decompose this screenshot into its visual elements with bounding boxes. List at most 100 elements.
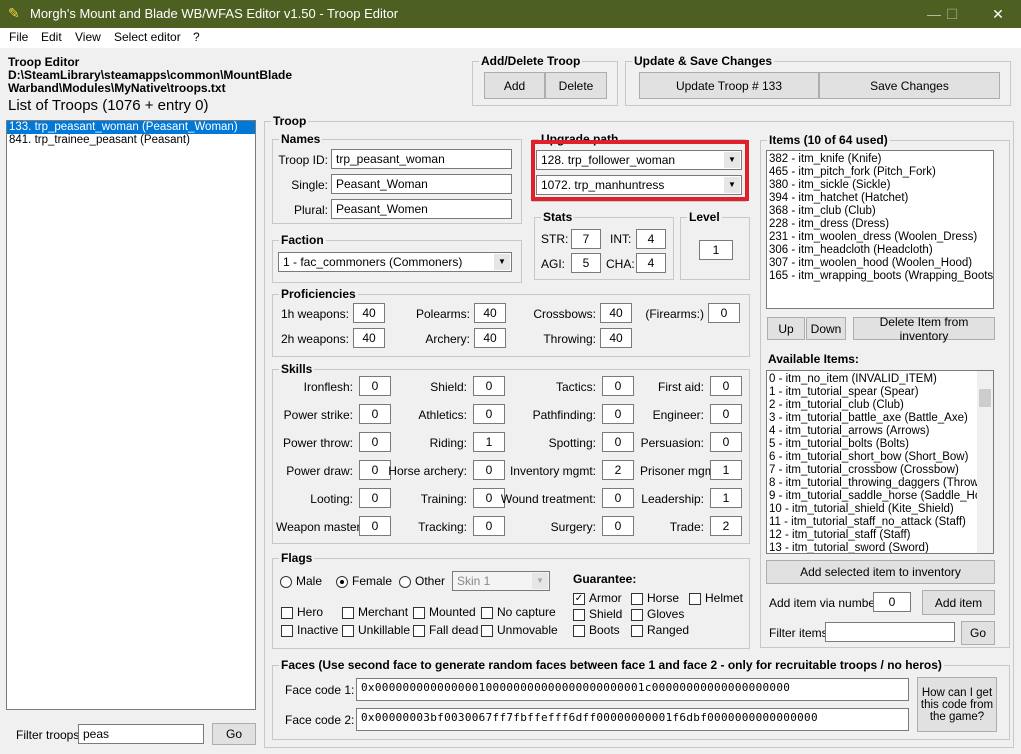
inventory-item[interactable]: 394 - itm_hatchet (Hatchet) [767,192,993,205]
other-radio[interactable]: Other [399,574,445,588]
troop-id-input[interactable]: trp_peasant_woman [331,149,512,169]
available-item[interactable]: 1 - itm_tutorial_spear (Spear) [767,386,977,399]
available-item[interactable]: 3 - itm_tutorial_battle_axe (Battle_Axe) [767,412,977,425]
available-item[interactable]: 9 - itm_tutorial_saddle_horse (Saddle_Ho… [767,490,993,503]
proficiency-input[interactable]: 0 [708,303,740,323]
single-name-input[interactable]: Peasant_Woman [331,174,512,194]
female-radio[interactable]: Female [336,574,392,588]
faction-dropdown[interactable]: 1 - fac_commoners (Commoners) ▼ [278,252,512,272]
skin-dropdown[interactable]: Skin 1 ▼ [452,571,550,591]
available-items-list[interactable]: 0 - itm_no_item (INVALID_ITEM) 1 - itm_tu… [766,370,994,554]
troop-list-item[interactable]: 133. trp_peasant_woman (Peasant_Woman) [7,121,255,134]
flag-checkbox[interactable]: Inactive [281,623,338,637]
filter-items-input[interactable] [825,622,955,642]
skill-input[interactable]: 1 [710,488,742,508]
flag-checkbox[interactable]: No capture [481,605,556,619]
scroll-thumb[interactable] [979,389,991,407]
guarantee-checkbox[interactable]: ✓ Armor [573,591,622,605]
filter-troops-go-button[interactable]: Go [212,723,256,745]
proficiency-input[interactable]: 40 [600,328,632,348]
available-item[interactable]: 12 - itm_tutorial_staff (Staff) [767,529,977,542]
skill-input[interactable]: 1 [710,460,742,480]
delete-item-button[interactable]: Delete Item from inventory [853,315,995,343]
close-button[interactable]: ✕ [975,0,1021,28]
available-item[interactable]: 0 - itm_no_item (INVALID_ITEM) [767,373,977,386]
inventory-item[interactable]: 165 - itm_wrapping_boots (Wrapping_Boots… [767,270,993,283]
plural-name-input[interactable]: Peasant_Women [331,199,512,219]
troop-list-item[interactable]: 841. trp_trainee_peasant (Peasant) [7,134,255,147]
available-item[interactable]: 4 - itm_tutorial_arrows (Arrows) [767,425,977,438]
filter-items-go-button[interactable]: Go [961,621,995,645]
skill-input[interactable]: 2 [602,460,634,480]
guarantee-checkbox[interactable]: Ranged [631,623,689,637]
inventory-item[interactable]: 380 - itm_sickle (Sickle) [767,179,993,192]
add-via-number-input[interactable]: 0 [873,592,911,612]
available-items-scrollbar[interactable] [977,371,993,553]
guarantee-checkbox[interactable]: Gloves [631,607,684,621]
add-troop-button[interactable]: Add [484,72,545,99]
menu-help[interactable]: ? [193,30,200,44]
skill-input[interactable]: 0 [710,404,742,424]
available-item[interactable]: 10 - itm_tutorial_shield (Kite_Shield) [767,503,977,516]
guarantee-checkbox[interactable]: Helmet [689,591,743,605]
add-selected-item-button[interactable]: Add selected item to inventory [766,560,995,584]
inventory-item[interactable]: 382 - itm_knife (Knife) [767,153,993,166]
cha-input[interactable]: 4 [636,253,666,273]
skill-input[interactable]: 0 [710,432,742,452]
flag-checkbox[interactable]: Unmovable [481,623,558,637]
available-item[interactable]: 8 - itm_tutorial_throwing_daggers (Throw… [767,477,993,490]
upgrade-path-1-dropdown[interactable]: 128. trp_follower_woman ▼ [536,150,742,170]
flag-checkbox[interactable]: Unkillable [342,623,410,637]
flag-checkbox[interactable]: Fall dead [413,623,478,637]
proficiency-input[interactable]: 40 [474,303,506,323]
menu-select-editor[interactable]: Select editor [114,30,181,44]
add-item-button[interactable]: Add item [922,590,995,615]
available-item[interactable]: 7 - itm_tutorial_crossbow (Crossbow) [767,464,977,477]
flag-checkbox[interactable]: Mounted [413,605,476,619]
face-code-2-input[interactable]: 0x00000003bf0030067ff7fbffefff6dff000000… [356,708,909,731]
inventory-item[interactable]: 368 - itm_club (Club) [767,205,993,218]
agi-input[interactable]: 5 [571,253,601,273]
flag-checkbox[interactable]: Merchant [342,605,408,619]
skill-input[interactable]: 0 [602,404,634,424]
proficiency-input[interactable]: 40 [353,303,385,323]
int-input[interactable]: 4 [636,229,666,249]
guarantee-checkbox[interactable]: Shield [573,607,622,621]
item-down-button[interactable]: Down [806,317,846,340]
available-item[interactable]: 13 - itm_tutorial_sword (Sword) [767,542,977,553]
filter-troops-input[interactable]: peas [78,724,204,744]
face-code-1-input[interactable]: 0x00000000000000010000000000000000000000… [356,678,909,701]
level-input[interactable]: 1 [699,240,733,260]
inventory-list[interactable]: 382 - itm_knife (Knife) 465 - itm_pitch_f… [766,150,994,309]
inventory-item[interactable]: 231 - itm_woolen_dress (Woolen_Dress) [767,231,993,244]
male-radio[interactable]: Male [280,574,322,588]
str-input[interactable]: 7 [571,229,601,249]
menu-view[interactable]: View [75,30,101,44]
menu-file[interactable]: File [9,30,28,44]
available-item[interactable]: 6 - itm_tutorial_short_bow (Short_Bow) [767,451,977,464]
skill-input[interactable]: 2 [710,516,742,536]
guarantee-checkbox[interactable]: Horse [631,591,679,605]
skill-input[interactable]: 0 [602,432,634,452]
face-code-help-button[interactable]: How can I get this code from the game? [917,677,997,732]
skill-input[interactable]: 0 [602,376,634,396]
proficiency-input[interactable]: 40 [474,328,506,348]
troop-list[interactable]: 133. trp_peasant_woman (Peasant_Woman) 8… [6,120,256,710]
menu-edit[interactable]: Edit [41,30,62,44]
update-troop-button[interactable]: Update Troop # 133 [639,72,819,99]
delete-troop-button[interactable]: Delete [545,72,607,99]
skill-input[interactable]: 0 [602,516,634,536]
inventory-item[interactable]: 465 - itm_pitch_fork (Pitch_Fork) [767,166,993,179]
available-item[interactable]: 11 - itm_tutorial_staff_no_attack (Staff… [767,516,977,529]
inventory-item[interactable]: 228 - itm_dress (Dress) [767,218,993,231]
flag-checkbox[interactable]: Hero [281,605,323,619]
skill-input[interactable]: 0 [602,488,634,508]
guarantee-checkbox[interactable]: Boots [573,623,620,637]
proficiency-input[interactable]: 40 [600,303,632,323]
save-changes-button[interactable]: Save Changes [819,72,1000,99]
available-item[interactable]: 2 - itm_tutorial_club (Club) [767,399,977,412]
inventory-item[interactable]: 306 - itm_headcloth (Headcloth) [767,244,993,257]
maximize-button[interactable]: ☐ [929,0,975,28]
upgrade-path-2-dropdown[interactable]: 1072. trp_manhuntress ▼ [536,175,742,195]
available-item[interactable]: 5 - itm_tutorial_bolts (Bolts) [767,438,977,451]
